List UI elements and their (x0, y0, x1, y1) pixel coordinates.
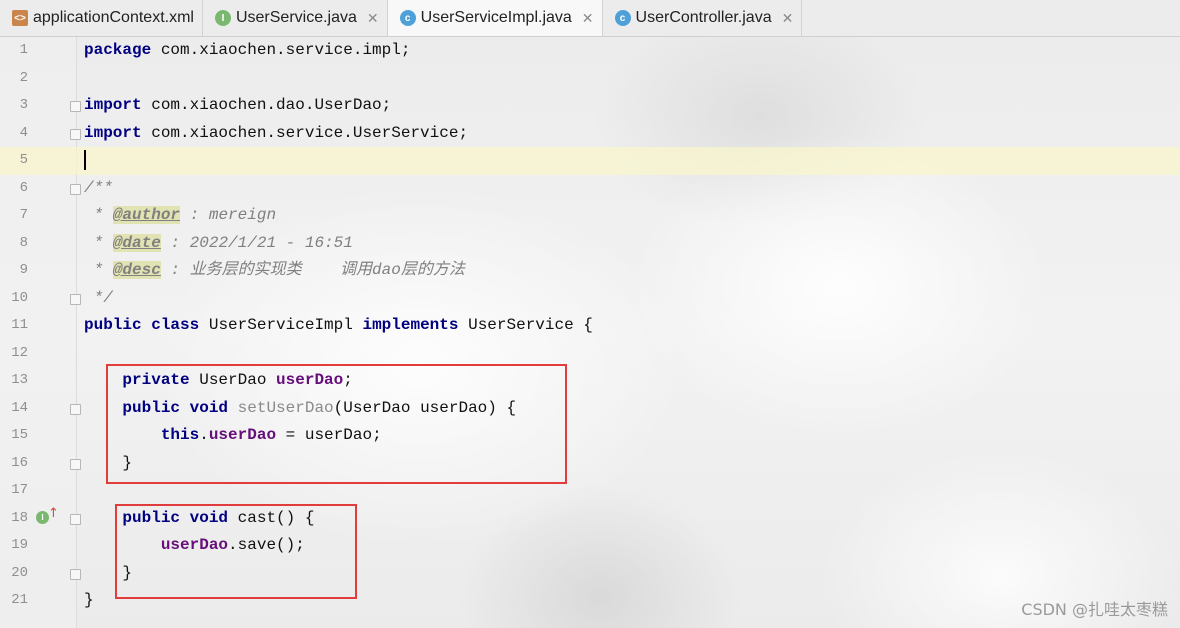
fold-marker-icon[interactable] (70, 513, 81, 525)
code-token: @date (112, 233, 161, 252)
code-token: UserServiceImpl (199, 316, 363, 334)
code-token: com.xiaochen.service.UserService; (141, 123, 469, 142)
fold-marker-icon[interactable] (70, 128, 81, 140)
code-line[interactable]: 4 import com.xiaochen.service.UserService… (0, 120, 1180, 148)
line-number: 1 (19, 42, 28, 58)
line-number: 21 (11, 592, 28, 608)
code-text: public class UserServiceImpl implements … (84, 312, 593, 340)
code-line[interactable]: 6 /** (0, 175, 1180, 203)
code-token: UserService { (458, 316, 593, 334)
code-line[interactable]: 9 * @desc : 业务层的实现类 调用dao层的方法 (0, 257, 1180, 285)
code-token: @author (112, 206, 181, 224)
line-number: 20 (11, 564, 28, 581)
tab-label: applicationContext.xml (33, 9, 194, 26)
code-token: : mereign (180, 206, 277, 224)
interface-icon: I (214, 10, 231, 26)
code-token: com.xiaochen.service.impl; (151, 41, 411, 59)
code-token: package (84, 41, 152, 59)
line-number: 2 (19, 69, 28, 86)
code-line[interactable]: 7 * @author : mereign (0, 202, 1180, 230)
code-token: : 业务层的实现类 调用dao层的方法 (160, 261, 465, 279)
close-icon[interactable]: ✕ (782, 10, 794, 27)
highlight-box-cast-method (115, 504, 357, 599)
code-token: public (84, 316, 142, 334)
line-number: 9 (19, 262, 28, 278)
code-token: * (84, 206, 113, 224)
code-line[interactable]: 3 import com.xiaochen.dao.UserDao; (0, 92, 1180, 120)
tab-user-service-java[interactable]: I UserService.java ✕ (203, 0, 388, 36)
line-number: 14 (11, 399, 28, 416)
editor-tab-bar: <> applicationContext.xml I UserService.… (0, 0, 1180, 37)
code-token: */ (84, 288, 113, 307)
line-number: 6 (19, 179, 28, 196)
code-text: /** (84, 175, 113, 203)
watermark: CSDN @扎哇太枣糕 (1021, 600, 1168, 619)
line-number: 16 (11, 454, 28, 471)
line-number: 18 (11, 509, 28, 526)
code-token: implements (362, 316, 459, 334)
code-token: import (84, 123, 142, 142)
fold-marker-icon[interactable] (70, 101, 81, 112)
line-number: 7 (19, 207, 28, 223)
code-line[interactable]: 11 public class UserServiceImpl implement… (0, 312, 1180, 340)
line-number: 19 (11, 537, 28, 553)
tab-label: UserServiceImpl.java (420, 9, 572, 26)
code-text: } (84, 587, 94, 615)
code-line[interactable]: 8 * @date : 2022/1/21 - 16:51 (0, 230, 1180, 258)
line-number: 17 (11, 482, 28, 498)
class-icon: c (614, 10, 631, 26)
code-token: @desc (112, 261, 161, 279)
code-text: import com.xiaochen.service.UserService; (84, 120, 468, 148)
code-token: com.xiaochen.dao.UserDao; (141, 96, 392, 114)
close-icon[interactable]: ✕ (367, 10, 379, 27)
tab-user-controller-java[interactable]: c UserController.java ✕ (603, 0, 803, 36)
code-token: * (84, 233, 113, 252)
line-number: 4 (19, 124, 28, 141)
line-number: 15 (11, 427, 28, 443)
code-text: package com.xiaochen.service.impl; (84, 37, 410, 65)
code-token: import (84, 96, 142, 114)
code-line[interactable]: 1 package com.xiaochen.service.impl; (0, 37, 1180, 65)
line-number: 12 (11, 344, 28, 361)
code-text: * @author : mereign (84, 202, 276, 230)
class-icon: c (399, 10, 416, 26)
tab-label: UserService.java (235, 9, 357, 26)
xml-file-icon: <> (12, 10, 28, 26)
code-text: */ (84, 285, 113, 313)
code-text: * @date : 2022/1/21 - 16:51 (84, 230, 353, 258)
code-text: import com.xiaochen.dao.UserDao; (84, 92, 391, 120)
code-token: : 2022/1/21 - 16:51 (160, 233, 353, 252)
line-number: 8 (19, 234, 28, 251)
go-to-super-arrow-icon[interactable]: ↑ (48, 506, 59, 521)
tab-label: UserController.java (635, 9, 772, 26)
code-token: } (84, 591, 94, 609)
tab-user-service-impl-java[interactable]: c UserServiceImpl.java ✕ (387, 0, 603, 36)
code-line[interactable]: 2 (0, 65, 1180, 93)
code-text: * @desc : 业务层的实现类 调用dao层的方法 (84, 257, 465, 285)
code-text (84, 147, 86, 175)
close-icon[interactable]: ✕ (582, 10, 594, 27)
line-number: 3 (19, 97, 28, 113)
code-token: /** (84, 178, 113, 197)
fold-marker-icon[interactable] (70, 458, 81, 470)
code-line[interactable]: 10 */ (0, 285, 1180, 313)
code-line[interactable]: 12 (0, 340, 1180, 368)
line-number: 11 (11, 317, 28, 333)
highlight-box-setter (106, 364, 567, 484)
code-token: * (84, 261, 113, 279)
fold-marker-icon[interactable] (70, 293, 81, 305)
text-caret (84, 149, 86, 170)
code-line[interactable]: 5 (0, 147, 1180, 175)
code-token: class (151, 316, 200, 334)
line-number: 10 (11, 289, 28, 306)
fold-marker-icon[interactable] (70, 183, 81, 195)
line-number: 13 (11, 372, 28, 388)
tab-application-context-xml[interactable]: <> applicationContext.xml (0, 0, 203, 36)
fold-marker-icon[interactable] (70, 403, 81, 415)
fold-marker-icon[interactable] (70, 568, 81, 580)
line-number: 5 (19, 152, 28, 168)
